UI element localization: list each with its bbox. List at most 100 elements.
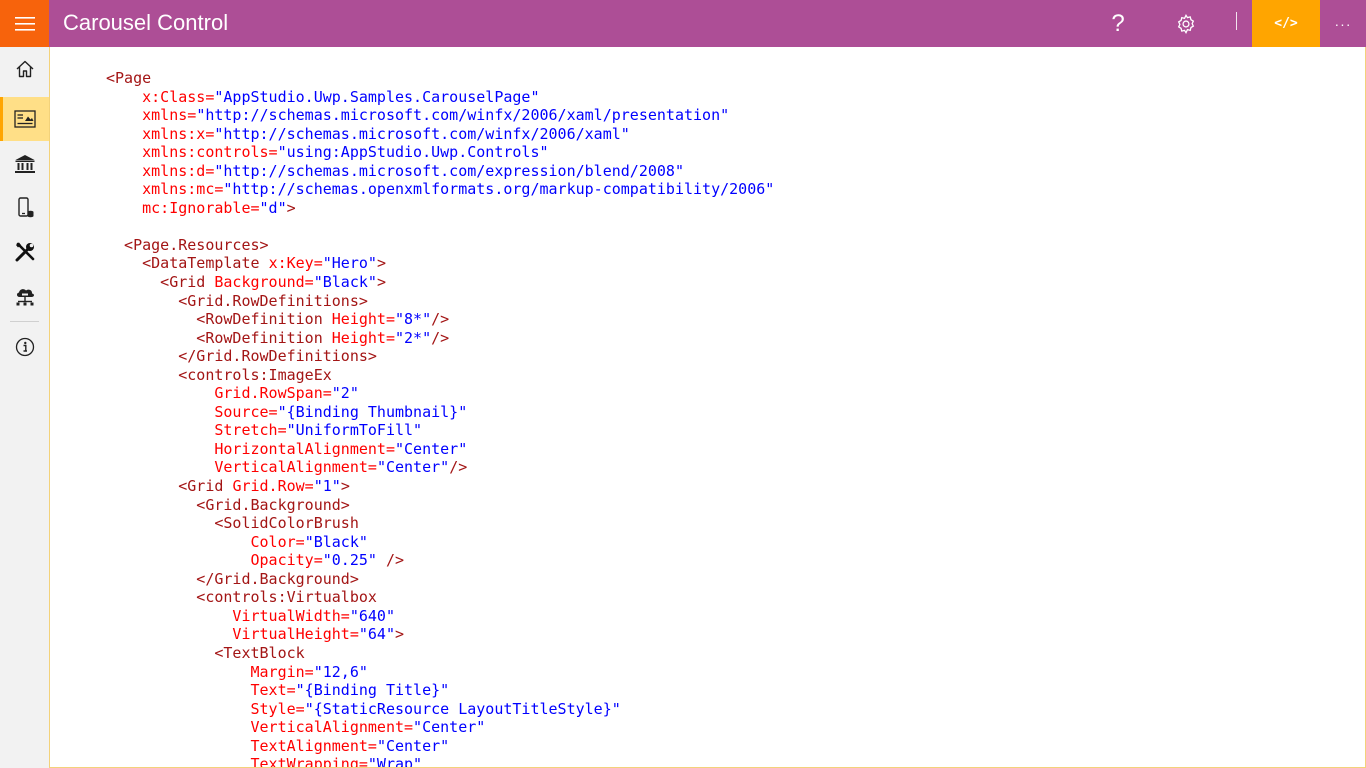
sidebar-item-about[interactable] (0, 325, 49, 369)
code-token-tag: </Grid.RowDefinitions> (106, 347, 377, 366)
code-line: <RowDefinition Height="8*"/> (106, 310, 774, 329)
code-line: <Grid Background="Black"> (106, 273, 774, 292)
info-icon (15, 337, 34, 357)
code-token-attr: Stretch= (106, 421, 287, 440)
code-token-attr: VirtualHeight= (106, 625, 359, 644)
code-token-attr: VerticalAlignment= (106, 458, 377, 477)
code-line: VerticalAlignment="Center" (106, 718, 774, 737)
code-line: xmlns:d="http://schemas.microsoft.com/ex… (106, 162, 774, 181)
code-token-tag: /> (376, 551, 405, 570)
code-token-val: "http://schemas.microsoft.com/winfx/2006… (214, 124, 630, 143)
code-token-tag: <controls:ImageEx (106, 365, 332, 384)
sidebar-item-bank[interactable] (0, 142, 49, 186)
code-token-attr: Grid.RowSpan= (106, 384, 332, 403)
code-token-val: "12,6" (313, 662, 368, 681)
code-token-attr: TextAlignment= (106, 736, 377, 755)
code-token-val: "0.25" (322, 551, 377, 570)
code-token-tag: <TextBlock (106, 643, 305, 662)
sidebar-item-tools[interactable] (0, 230, 49, 274)
code-line: Text="{Binding Title}" (106, 681, 774, 700)
code-token-tag: > (376, 254, 386, 273)
code-token-val: "Hero" (322, 254, 377, 273)
code-token-attr: Margin= (106, 662, 314, 681)
code-token-attr: HorizontalAlignment= (106, 439, 395, 458)
code-token-val: "640" (349, 606, 395, 625)
code-token-tag: <Grid (106, 273, 215, 292)
code-token-tag: <Grid.RowDefinitions> (106, 291, 368, 310)
code-token-val: "Center" (376, 458, 450, 477)
code-token-attr: xmlns:d= (106, 161, 215, 180)
code-line: mc:Ignorable="d"> (106, 199, 774, 218)
code-token-val: "2" (331, 384, 359, 403)
code-token-tag: > (395, 625, 405, 644)
code-token-attr: mc:Ignorable= (106, 198, 260, 217)
sidebar-item-cloud[interactable] (0, 274, 49, 318)
code-token-attr: Grid.Row= (232, 477, 314, 496)
hamburger-icon (14, 16, 35, 31)
code-line: <Page (106, 69, 774, 88)
code-line: Stretch="UniformToFill" (106, 421, 774, 440)
more-options-button[interactable]: ··· (1320, 0, 1366, 47)
code-token-val: "http://schemas.microsoft.com/winfx/2006… (196, 106, 730, 125)
code-line: <Page.Resources> (106, 236, 774, 255)
sidebar (0, 47, 49, 768)
source-code-panel[interactable]: <Page x:Class="AppStudio.Uwp.Samples.Car… (49, 47, 1366, 768)
code-token-tag: > (286, 198, 296, 217)
code-line: </Grid.RowDefinitions> (106, 347, 774, 366)
code-line: xmlns="http://schemas.microsoft.com/winf… (106, 106, 774, 125)
code-token-tag: <Grid (106, 477, 233, 496)
code-token-tag: <Page.Resources> (106, 235, 269, 254)
view-source-button[interactable]: </> (1252, 0, 1320, 47)
code-token-val: "Center" (376, 736, 450, 755)
sidebar-item-home[interactable] (0, 47, 49, 91)
code-token-val: "Center" (413, 718, 486, 737)
code-token-val: "using:AppStudio.Uwp.Controls" (277, 143, 549, 162)
code-line: xmlns:mc="http://schemas.openxmlformats.… (106, 180, 774, 199)
sidebar-divider (10, 321, 39, 322)
code-token-attr: xmlns:mc= (106, 180, 224, 199)
xaml-code-block[interactable]: <Page x:Class="AppStudio.Uwp.Samples.Car… (106, 69, 774, 768)
code-line: x:Class="AppStudio.Uwp.Samples.CarouselP… (106, 88, 774, 107)
code-token-val: "Center" (394, 439, 468, 458)
settings-button[interactable] (1164, 0, 1208, 47)
code-token-attr: Background= (214, 273, 314, 292)
code-token-val: "Wrap" (367, 755, 423, 768)
code-line: xmlns:controls="using:AppStudio.Uwp.Cont… (106, 143, 774, 162)
sidebar-item-gallery[interactable] (0, 97, 49, 141)
code-token-tag: > (340, 477, 350, 496)
code-token-tag: <RowDefinition (106, 310, 332, 329)
mobile-device-icon (17, 197, 33, 218)
help-button[interactable]: ? (1097, 0, 1139, 47)
code-line: <Grid.RowDefinitions> (106, 292, 774, 311)
code-token-val: "{StaticResource LayoutTitleStyle}" (304, 699, 621, 718)
code-token-tag: /> (449, 458, 468, 477)
code-token-attr: Height= (331, 310, 395, 329)
code-token-val: "{Binding Thumbnail}" (277, 402, 468, 421)
menu-button[interactable] (0, 0, 49, 47)
code-token-val: "Black" (313, 273, 377, 292)
code-line: VirtualHeight="64"> (106, 625, 774, 644)
code-token-attr: x:Class= (106, 87, 215, 106)
title-bar: Carousel Control ? </> ··· (0, 0, 1366, 47)
bank-icon (14, 155, 35, 173)
code-token-attr: xmlns= (106, 106, 197, 125)
code-token-tag: <RowDefinition (106, 328, 332, 347)
code-line: <Grid.Background> (106, 496, 774, 515)
code-token-tag: > (376, 273, 386, 292)
gear-icon (1177, 13, 1195, 34)
code-token-val: "{Binding Title}" (295, 681, 450, 700)
code-token-tag: <DataTemplate (106, 254, 269, 273)
code-token-val: "8*" (395, 310, 432, 329)
home-icon (16, 60, 33, 78)
code-line: xmlns:x="http://schemas.microsoft.com/wi… (106, 125, 774, 144)
code-token-val: "64" (358, 625, 395, 644)
code-token-tag: </Grid.Background> (106, 569, 359, 588)
code-token-val: "http://schemas.openxmlformats.org/marku… (223, 180, 775, 199)
code-line: <RowDefinition Height="2*"/> (106, 329, 774, 348)
sidebar-item-device[interactable] (0, 186, 49, 230)
code-line: <controls:Virtualbox (106, 588, 774, 607)
code-line: VirtualWidth="640" (106, 607, 774, 626)
code-token-tag: <Grid.Background> (106, 495, 350, 514)
code-token-val: "1" (313, 477, 341, 496)
code-token-attr: VerticalAlignment= (106, 718, 414, 737)
